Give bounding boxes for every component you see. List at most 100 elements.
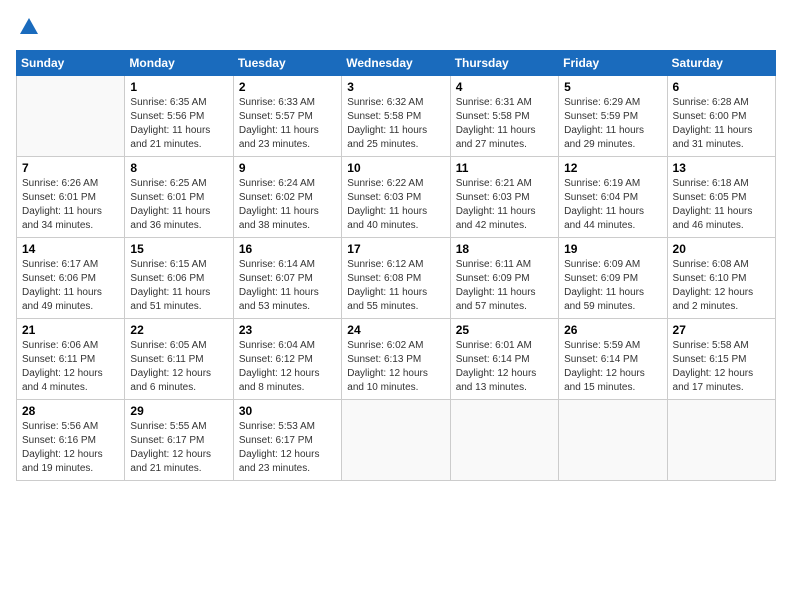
day-info: Sunrise: 6:01 AMSunset: 6:14 PMDaylight:… bbox=[456, 339, 553, 395]
day-info: Sunrise: 6:33 AMSunset: 5:57 PMDaylight:… bbox=[239, 96, 336, 152]
day-info: Sunrise: 6:31 AMSunset: 5:58 PMDaylight:… bbox=[456, 96, 553, 152]
day-number: 10 bbox=[347, 161, 444, 175]
day-cell: 14 Sunrise: 6:17 AMSunset: 6:06 PMDayligh… bbox=[17, 238, 125, 319]
day-info: Sunrise: 6:21 AMSunset: 6:03 PMDaylight:… bbox=[456, 177, 553, 233]
day-cell: 27 Sunrise: 5:58 AMSunset: 6:15 PMDayligh… bbox=[667, 319, 775, 400]
day-info: Sunrise: 6:11 AMSunset: 6:09 PMDaylight:… bbox=[456, 258, 553, 314]
day-info: Sunrise: 6:02 AMSunset: 6:13 PMDaylight:… bbox=[347, 339, 444, 395]
day-number: 17 bbox=[347, 242, 444, 256]
day-info: Sunrise: 5:55 AMSunset: 6:17 PMDaylight:… bbox=[130, 420, 227, 476]
day-info: Sunrise: 6:18 AMSunset: 6:05 PMDaylight:… bbox=[673, 177, 770, 233]
day-info: Sunrise: 5:53 AMSunset: 6:17 PMDaylight:… bbox=[239, 420, 336, 476]
day-info: Sunrise: 6:32 AMSunset: 5:58 PMDaylight:… bbox=[347, 96, 444, 152]
header-wednesday: Wednesday bbox=[342, 51, 450, 76]
week-row-3: 21 Sunrise: 6:06 AMSunset: 6:11 PMDayligh… bbox=[17, 319, 776, 400]
day-cell: 2 Sunrise: 6:33 AMSunset: 5:57 PMDaylight… bbox=[233, 76, 341, 157]
day-cell: 13 Sunrise: 6:18 AMSunset: 6:05 PMDayligh… bbox=[667, 157, 775, 238]
day-number: 19 bbox=[564, 242, 661, 256]
day-cell: 11Sunrise: 6:21 AMSunset: 6:03 PMDayligh… bbox=[450, 157, 558, 238]
day-number: 4 bbox=[456, 80, 553, 94]
day-cell: 12Sunrise: 6:19 AMSunset: 6:04 PMDayligh… bbox=[559, 157, 667, 238]
day-info: Sunrise: 6:14 AMSunset: 6:07 PMDaylight:… bbox=[239, 258, 336, 314]
day-info: Sunrise: 6:24 AMSunset: 6:02 PMDaylight:… bbox=[239, 177, 336, 233]
day-number: 28 bbox=[22, 404, 119, 418]
day-number: 18 bbox=[456, 242, 553, 256]
day-number: 16 bbox=[239, 242, 336, 256]
header-monday: Monday bbox=[125, 51, 233, 76]
day-cell: 22 Sunrise: 6:05 AMSunset: 6:11 PMDayligh… bbox=[125, 319, 233, 400]
day-cell: 19 Sunrise: 6:09 AMSunset: 6:09 PMDayligh… bbox=[559, 238, 667, 319]
day-cell: 17 Sunrise: 6:12 AMSunset: 6:08 PMDayligh… bbox=[342, 238, 450, 319]
day-cell bbox=[559, 400, 667, 481]
header-sunday: Sunday bbox=[17, 51, 125, 76]
day-info: Sunrise: 6:35 AMSunset: 5:56 PMDaylight:… bbox=[130, 96, 227, 152]
day-cell: 5 Sunrise: 6:29 AMSunset: 5:59 PMDaylight… bbox=[559, 76, 667, 157]
day-cell: 30 Sunrise: 5:53 AMSunset: 6:17 PMDayligh… bbox=[233, 400, 341, 481]
day-number: 6 bbox=[673, 80, 770, 94]
day-cell: 10 Sunrise: 6:22 AMSunset: 6:03 PMDayligh… bbox=[342, 157, 450, 238]
day-cell: 4 Sunrise: 6:31 AMSunset: 5:58 PMDaylight… bbox=[450, 76, 558, 157]
day-number: 24 bbox=[347, 323, 444, 337]
day-number: 13 bbox=[673, 161, 770, 175]
day-number: 30 bbox=[239, 404, 336, 418]
day-info: Sunrise: 5:56 AMSunset: 6:16 PMDaylight:… bbox=[22, 420, 119, 476]
day-cell: 21 Sunrise: 6:06 AMSunset: 6:11 PMDayligh… bbox=[17, 319, 125, 400]
day-info: Sunrise: 5:59 AMSunset: 6:14 PMDaylight:… bbox=[564, 339, 661, 395]
day-info: Sunrise: 6:09 AMSunset: 6:09 PMDaylight:… bbox=[564, 258, 661, 314]
day-number: 8 bbox=[130, 161, 227, 175]
day-info: Sunrise: 6:28 AMSunset: 6:00 PMDaylight:… bbox=[673, 96, 770, 152]
day-number: 3 bbox=[347, 80, 444, 94]
week-row-2: 14 Sunrise: 6:17 AMSunset: 6:06 PMDayligh… bbox=[17, 238, 776, 319]
calendar: SundayMondayTuesdayWednesdayThursdayFrid… bbox=[16, 50, 776, 481]
day-number: 15 bbox=[130, 242, 227, 256]
header-thursday: Thursday bbox=[450, 51, 558, 76]
day-info: Sunrise: 6:12 AMSunset: 6:08 PMDaylight:… bbox=[347, 258, 444, 314]
header-saturday: Saturday bbox=[667, 51, 775, 76]
week-row-1: 7 Sunrise: 6:26 AMSunset: 6:01 PMDaylight… bbox=[17, 157, 776, 238]
day-number: 9 bbox=[239, 161, 336, 175]
day-cell: 15 Sunrise: 6:15 AMSunset: 6:06 PMDayligh… bbox=[125, 238, 233, 319]
day-number: 5 bbox=[564, 80, 661, 94]
week-row-0: 1 Sunrise: 6:35 AMSunset: 5:56 PMDaylight… bbox=[17, 76, 776, 157]
day-number: 20 bbox=[673, 242, 770, 256]
day-cell bbox=[667, 400, 775, 481]
day-cell: 28 Sunrise: 5:56 AMSunset: 6:16 PMDayligh… bbox=[17, 400, 125, 481]
day-number: 27 bbox=[673, 323, 770, 337]
day-number: 23 bbox=[239, 323, 336, 337]
day-info: Sunrise: 6:17 AMSunset: 6:06 PMDaylight:… bbox=[22, 258, 119, 314]
page-header bbox=[16, 16, 776, 38]
day-number: 7 bbox=[22, 161, 119, 175]
day-cell: 24 Sunrise: 6:02 AMSunset: 6:13 PMDayligh… bbox=[342, 319, 450, 400]
day-cell: 26Sunrise: 5:59 AMSunset: 6:14 PMDayligh… bbox=[559, 319, 667, 400]
day-number: 2 bbox=[239, 80, 336, 94]
day-cell bbox=[342, 400, 450, 481]
day-info: Sunrise: 6:22 AMSunset: 6:03 PMDaylight:… bbox=[347, 177, 444, 233]
day-cell bbox=[450, 400, 558, 481]
day-cell: 18 Sunrise: 6:11 AMSunset: 6:09 PMDayligh… bbox=[450, 238, 558, 319]
day-info: Sunrise: 6:15 AMSunset: 6:06 PMDaylight:… bbox=[130, 258, 227, 314]
header-tuesday: Tuesday bbox=[233, 51, 341, 76]
day-number: 29 bbox=[130, 404, 227, 418]
day-info: Sunrise: 6:29 AMSunset: 5:59 PMDaylight:… bbox=[564, 96, 661, 152]
day-cell: 29 Sunrise: 5:55 AMSunset: 6:17 PMDayligh… bbox=[125, 400, 233, 481]
logo-icon bbox=[18, 16, 40, 38]
day-cell: 25 Sunrise: 6:01 AMSunset: 6:14 PMDayligh… bbox=[450, 319, 558, 400]
day-number: 21 bbox=[22, 323, 119, 337]
day-info: Sunrise: 6:04 AMSunset: 6:12 PMDaylight:… bbox=[239, 339, 336, 395]
day-info: Sunrise: 6:06 AMSunset: 6:11 PMDaylight:… bbox=[22, 339, 119, 395]
day-number: 14 bbox=[22, 242, 119, 256]
day-info: Sunrise: 6:26 AMSunset: 6:01 PMDaylight:… bbox=[22, 177, 119, 233]
day-cell: 1 Sunrise: 6:35 AMSunset: 5:56 PMDaylight… bbox=[125, 76, 233, 157]
day-cell: 3 Sunrise: 6:32 AMSunset: 5:58 PMDaylight… bbox=[342, 76, 450, 157]
day-number: 25 bbox=[456, 323, 553, 337]
day-number: 22 bbox=[130, 323, 227, 337]
day-cell: 9 Sunrise: 6:24 AMSunset: 6:02 PMDaylight… bbox=[233, 157, 341, 238]
day-cell: 8Sunrise: 6:25 AMSunset: 6:01 PMDaylight… bbox=[125, 157, 233, 238]
day-cell: 23 Sunrise: 6:04 AMSunset: 6:12 PMDayligh… bbox=[233, 319, 341, 400]
day-info: Sunrise: 5:58 AMSunset: 6:15 PMDaylight:… bbox=[673, 339, 770, 395]
day-number: 12 bbox=[564, 161, 661, 175]
day-info: Sunrise: 6:05 AMSunset: 6:11 PMDaylight:… bbox=[130, 339, 227, 395]
day-number: 1 bbox=[130, 80, 227, 94]
day-cell: 7 Sunrise: 6:26 AMSunset: 6:01 PMDaylight… bbox=[17, 157, 125, 238]
calendar-header-row: SundayMondayTuesdayWednesdayThursdayFrid… bbox=[17, 51, 776, 76]
